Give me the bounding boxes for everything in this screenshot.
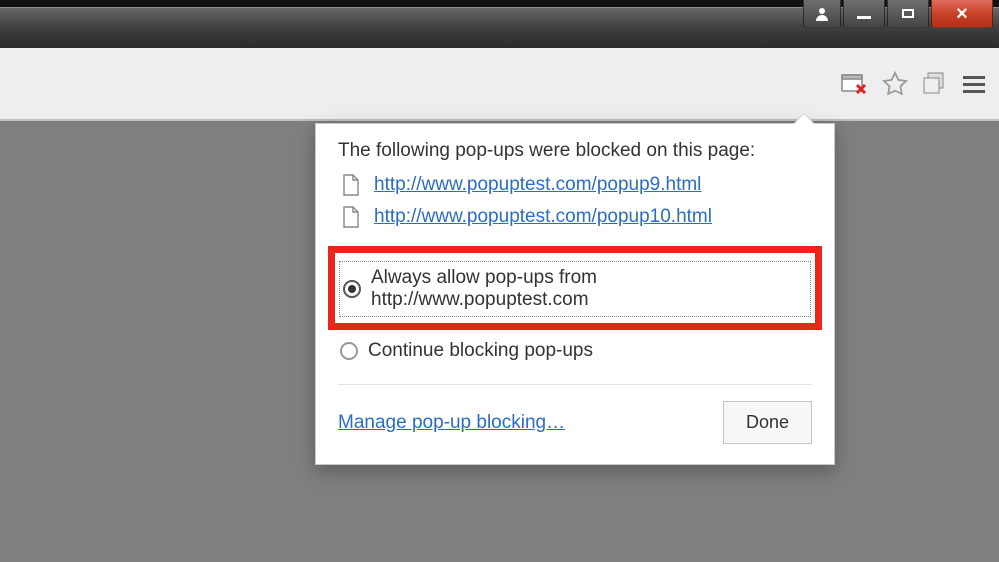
blocked-popup-link[interactable]: http://www.popuptest.com/popup9.html (374, 174, 701, 196)
radio-label: Continue blocking pop-ups (368, 340, 593, 362)
radio-always-allow[interactable]: Always allow pop-ups from http://www.pop… (341, 263, 809, 315)
browser-toolbar (0, 48, 999, 121)
popup-blocked-icon[interactable] (841, 72, 869, 96)
radio-label: Always allow pop-ups from http://www.pop… (371, 267, 807, 311)
highlight-annotation: Always allow pop-ups from http://www.pop… (328, 246, 822, 330)
blocked-popup-link[interactable]: http://www.popuptest.com/popup10.html (374, 206, 712, 228)
blocked-popup-item: http://www.popuptest.com/popup9.html (342, 174, 812, 196)
pages-icon[interactable] (921, 71, 949, 97)
file-icon (342, 206, 360, 228)
popup-footer: Manage pop-up blocking… Done (338, 401, 812, 444)
user-profile-button[interactable] (803, 0, 841, 28)
manage-popup-blocking-link[interactable]: Manage pop-up blocking… (338, 412, 565, 434)
done-button[interactable]: Done (723, 401, 812, 444)
minimize-button[interactable] (843, 0, 885, 28)
minimize-icon (857, 16, 871, 19)
close-icon: × (956, 4, 968, 24)
close-button[interactable]: × (931, 0, 993, 28)
divider (338, 384, 812, 385)
outer-top-bar: × (0, 0, 999, 48)
radio-icon (340, 342, 358, 360)
file-icon (342, 174, 360, 196)
radio-continue-blocking[interactable]: Continue blocking pop-ups (338, 336, 812, 366)
maximize-icon (902, 9, 914, 18)
bookmark-star-icon[interactable] (881, 70, 909, 98)
blocked-popup-item: http://www.popuptest.com/popup10.html (342, 206, 812, 228)
popup-arrow (794, 114, 814, 124)
radio-icon (343, 280, 361, 298)
window-controls: × (801, 0, 993, 28)
blocked-popups-list: http://www.popuptest.com/popup9.html htt… (342, 174, 812, 228)
maximize-button[interactable] (887, 0, 929, 28)
user-icon (814, 6, 830, 22)
menu-icon[interactable] (961, 73, 987, 95)
popup-title: The following pop-ups were blocked on th… (338, 140, 812, 162)
popup-blocked-panel: The following pop-ups were blocked on th… (315, 123, 835, 465)
